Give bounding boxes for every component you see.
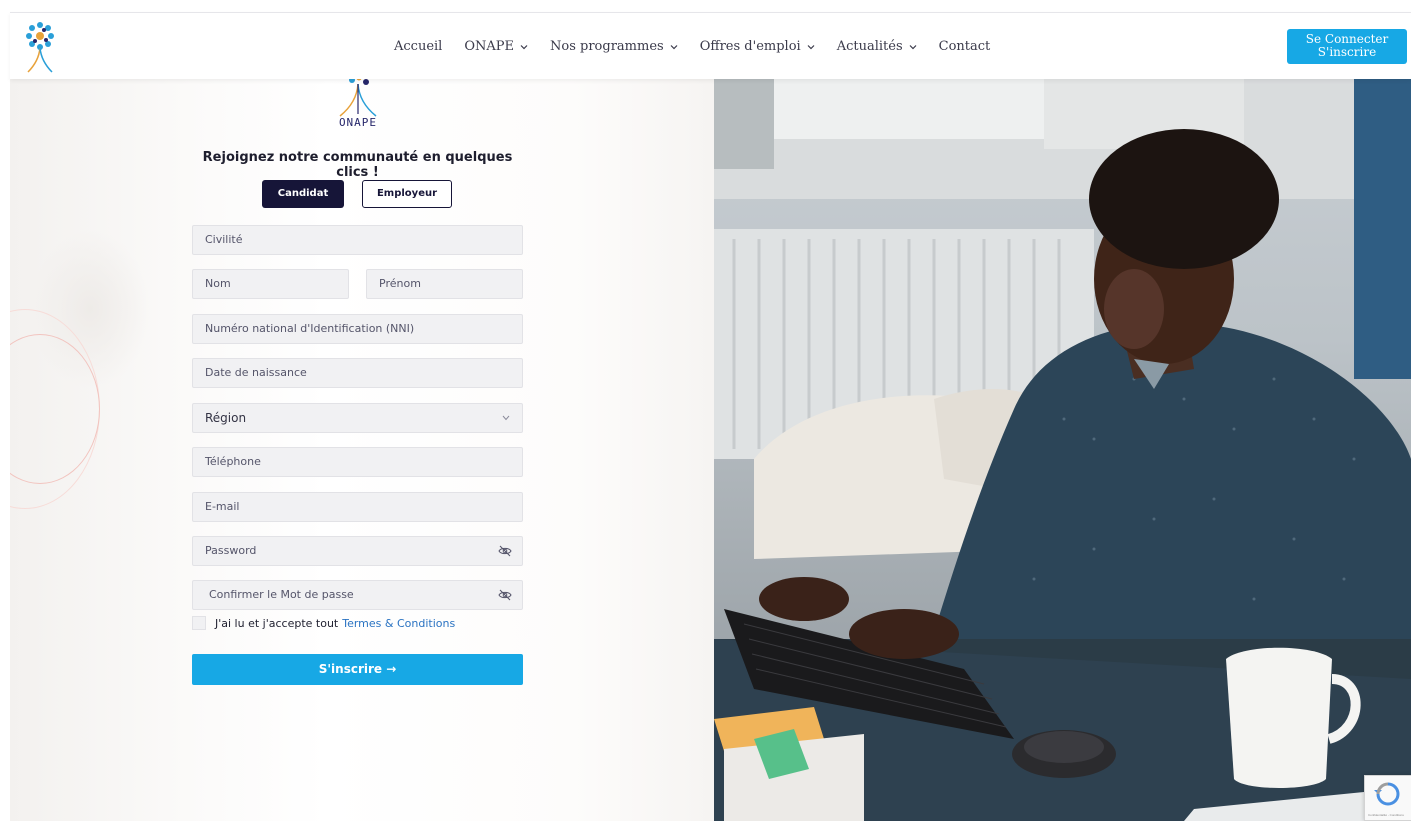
tab-employeur[interactable]: Employeur (362, 180, 452, 208)
terms-row: J'ai lu et j'accepte tout Termes & Condi… (192, 615, 455, 631)
confirm-password-field[interactable]: Confirmer le Mot de passe (192, 580, 523, 610)
region-select[interactable]: Région (192, 403, 523, 433)
terms-link[interactable]: Termes & Conditions (342, 617, 455, 630)
nom-field[interactable]: Nom (192, 269, 349, 299)
nav-item-label: Accueil (394, 39, 443, 54)
nav-item-contact[interactable]: Contact (939, 39, 991, 54)
onape-logo-icon[interactable] (22, 20, 58, 74)
nav-item-label: Actualités (836, 39, 903, 54)
chevron-down-icon (502, 415, 510, 421)
prenom-field[interactable]: Prénom (366, 269, 523, 299)
nav-item-label: Contact (938, 39, 991, 54)
nav-item-accueil[interactable]: Accueil (394, 39, 442, 54)
recaptcha-text: Confidentialité - Conditions (1368, 813, 1404, 817)
telephone-field[interactable]: Téléphone (192, 447, 523, 477)
terms-checkbox[interactable] (192, 616, 206, 630)
onape-logo-icon (339, 75, 377, 117)
login-register-button[interactable]: Se Connecter S'inscrire (1287, 29, 1407, 64)
register-label: S'inscrire (1317, 45, 1377, 59)
password-field[interactable]: Password (192, 536, 523, 566)
hero-photo (714, 79, 1411, 821)
nav-item-onape[interactable]: ONAPE (464, 39, 528, 54)
submit-button[interactable]: S'inscrire → (192, 654, 523, 685)
email-field[interactable]: E-mail (192, 492, 523, 522)
site-header: Accueil ONAPE Nos programmes Offres d'em… (10, 12, 1411, 79)
password-placeholder: Password (205, 544, 257, 557)
region-select-value: Région (205, 411, 247, 425)
chevron-down-icon (520, 44, 528, 49)
onape-brand-logo: ONAPE (330, 75, 386, 132)
recaptcha-icon (1374, 782, 1400, 806)
eye-slash-icon[interactable] (498, 545, 512, 557)
nav-item-label: ONAPE (464, 39, 515, 54)
chevron-down-icon (670, 44, 678, 49)
tab-candidat[interactable]: Candidat (262, 180, 344, 208)
eye-slash-icon[interactable] (498, 589, 512, 601)
nav-item-programmes[interactable]: Nos programmes (550, 39, 678, 54)
date-naissance-field[interactable]: Date de naissance (192, 358, 523, 388)
nav-item-actualites[interactable]: Actualités (837, 39, 917, 54)
nav-item-offres[interactable]: Offres d'emploi (700, 39, 815, 54)
nav-item-label: Nos programmes (550, 39, 664, 54)
civilite-field[interactable]: Civilité (192, 225, 523, 255)
confirm-password-placeholder: Confirmer le Mot de passe (209, 588, 354, 601)
nav-item-label: Offres d'emploi (699, 39, 801, 54)
brand-name: ONAPE (338, 116, 378, 129)
hero-illustration (714, 79, 1411, 821)
nni-field[interactable]: Numéro national d'Identification (NNI) (192, 314, 523, 344)
form-title: Rejoignez notre communauté en quelques c… (202, 150, 513, 180)
recaptcha-badge[interactable]: Confidentialité - Conditions (1364, 775, 1411, 821)
main-nav: Accueil ONAPE Nos programmes Offres d'em… (394, 13, 1012, 80)
chevron-down-icon (807, 44, 815, 49)
chevron-down-icon (909, 44, 917, 49)
terms-text: J'ai lu et j'accepte tout (215, 616, 339, 630)
